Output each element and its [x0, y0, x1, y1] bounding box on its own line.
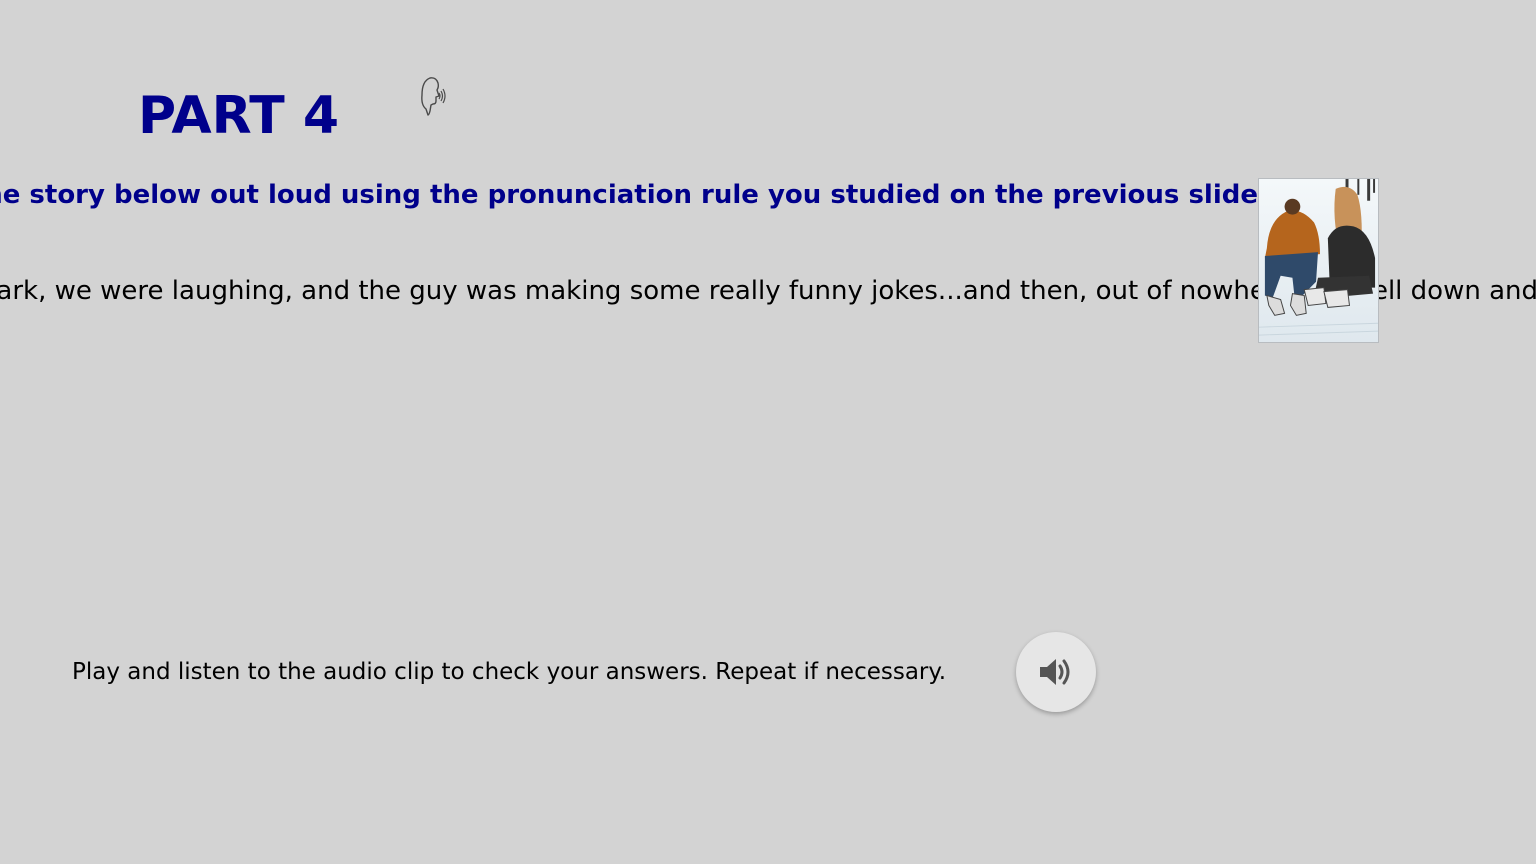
audio-instruction: Play and listen to the audio clip to che… [72, 659, 947, 685]
ice-skating-couple-photo [1258, 178, 1379, 343]
instruction-text: Read the story below out loud using the … [0, 180, 1258, 210]
speaker-head-icon [416, 75, 446, 117]
volume-icon [1040, 659, 1070, 685]
slide: PART 4 Read the story below out loud usi… [0, 0, 1536, 864]
play-audio-button[interactable] [1016, 632, 1096, 712]
page-title: PART 4 [138, 86, 340, 146]
